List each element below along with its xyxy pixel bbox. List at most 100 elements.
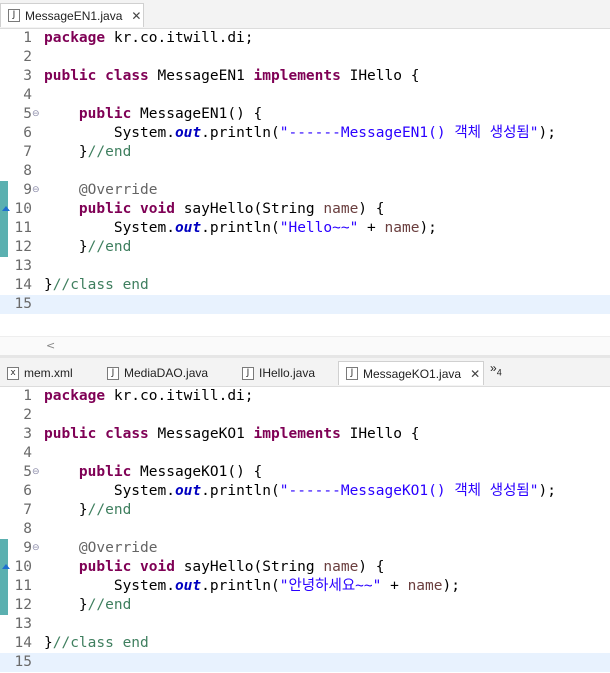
code-token: //class end [52, 277, 149, 293]
code-token: name [407, 578, 443, 594]
fold-toggle-icon[interactable]: ⊖ [32, 463, 40, 482]
code-token: } [44, 597, 88, 613]
code-token: public [44, 68, 97, 84]
code-token: MessageKO1() { [131, 464, 263, 480]
code-line: 3 public class MessageKO1 implements IHe… [0, 425, 610, 444]
code-line: 3 public class MessageEN1 implements IHe… [0, 67, 610, 86]
line-number: 4 [23, 445, 32, 461]
code-token: @Override [78, 182, 158, 198]
code-line: 10 public void sayHello(String name) { [0, 558, 610, 577]
line-number: 12 [14, 597, 32, 613]
line-number: 13 [14, 616, 32, 632]
tab-label: MessageEN1.java [25, 8, 123, 23]
code-token: ); [538, 483, 556, 499]
line-number: 9 [23, 540, 32, 556]
tab-label: MessageKO1.java [363, 366, 462, 381]
code-token: //end [87, 239, 132, 255]
tab-overflow-button[interactable]: »4 [490, 361, 502, 377]
code-token: name [323, 201, 359, 217]
code-token: .println( [201, 578, 280, 594]
java-file-icon: J [8, 9, 20, 22]
code-line: 7 }//end [0, 501, 610, 520]
code-token: out [174, 220, 202, 236]
code-line: 1 package kr.co.itwill.di; [0, 387, 610, 406]
code-line: 1 package kr.co.itwill.di; [0, 29, 610, 48]
code-line: 13 [0, 615, 610, 634]
code-line: 8 [0, 162, 610, 181]
code-token: IHello { [340, 426, 420, 442]
code-token: void [140, 201, 175, 217]
code-token: kr.co.itwill.di; [105, 388, 254, 404]
code-token: ); [442, 578, 460, 594]
tab-mediadao-java[interactable]: J MediaDAO.java [100, 361, 208, 385]
tab-messageen1-java[interactable]: J MessageEN1.java ✕ [0, 3, 144, 27]
scroll-left-icon[interactable]: < [46, 339, 55, 352]
code-token: } [44, 144, 88, 160]
code-token: public [44, 426, 97, 442]
line-number: 7 [23, 144, 32, 160]
code-line-current: 15 [0, 295, 610, 314]
code-token: System. [44, 125, 175, 141]
close-icon[interactable]: ✕ [470, 367, 480, 381]
line-number: 10 [14, 201, 32, 217]
code-line-current: 15 [0, 653, 610, 672]
code-line: 6 System.out.println("------MessageKO1()… [0, 482, 610, 501]
code-token: @Override [78, 540, 158, 556]
line-number: 1 [23, 30, 32, 46]
xml-file-icon: x [7, 366, 19, 380]
fold-toggle-icon[interactable]: ⊖ [32, 181, 40, 200]
tab-messageko1-java[interactable]: J MessageKO1.java ✕ [338, 361, 484, 385]
line-number: 2 [23, 407, 32, 423]
line-number: 13 [14, 258, 32, 274]
line-number: 5 [23, 464, 32, 480]
code-token: .println( [201, 483, 280, 499]
code-token: package [44, 30, 106, 46]
java-file-icon: J [346, 367, 358, 380]
code-token: System. [44, 483, 175, 499]
code-token: "Hello~~" [279, 220, 359, 236]
fold-toggle-icon[interactable]: ⊖ [32, 539, 40, 558]
line-number: 11 [14, 578, 32, 594]
code-token: MessageEN1() { [131, 106, 263, 122]
tab-ihello-java[interactable]: J IHello.java [235, 361, 315, 385]
line-number: 8 [23, 163, 32, 179]
code-token: "------MessageEN1() 객체 생성됨" [279, 125, 539, 141]
code-token: } [44, 239, 88, 255]
code-line: 2 [0, 48, 610, 67]
close-icon[interactable]: ✕ [131, 9, 141, 23]
fold-toggle-icon[interactable]: ⊖ [32, 105, 40, 124]
tab-label: mem.xml [24, 366, 73, 380]
code-token: out [174, 578, 202, 594]
tab-label: IHello.java [259, 366, 316, 380]
line-number: 14 [14, 277, 32, 293]
horizontal-scrollbar[interactable]: < [0, 336, 610, 355]
code-token: implements [253, 426, 341, 442]
line-number: 10 [14, 559, 32, 575]
code-token: + [358, 220, 385, 236]
code-token: public [78, 106, 132, 122]
tab-mem-xml[interactable]: x mem.xml [0, 361, 73, 385]
code-line: 9 ⊖ @Override [0, 181, 610, 200]
line-number: 7 [23, 502, 32, 518]
code-line: 5 ⊖ public MessageKO1() { [0, 463, 610, 482]
code-token: out [174, 125, 202, 141]
line-number: 5 [23, 106, 32, 122]
line-number: 15 [14, 654, 32, 670]
code-token: + [381, 578, 408, 594]
code-token: sayHello(String [174, 201, 324, 217]
code-token: MessageEN1 [148, 68, 254, 84]
code-line: 13 [0, 257, 610, 276]
code-token: System. [44, 578, 175, 594]
code-line: 4 [0, 444, 610, 463]
java-file-icon: J [107, 366, 119, 380]
code-token: class [105, 68, 149, 84]
code-token: } [44, 635, 53, 651]
code-token: ) { [358, 201, 385, 217]
code-token: out [174, 483, 202, 499]
